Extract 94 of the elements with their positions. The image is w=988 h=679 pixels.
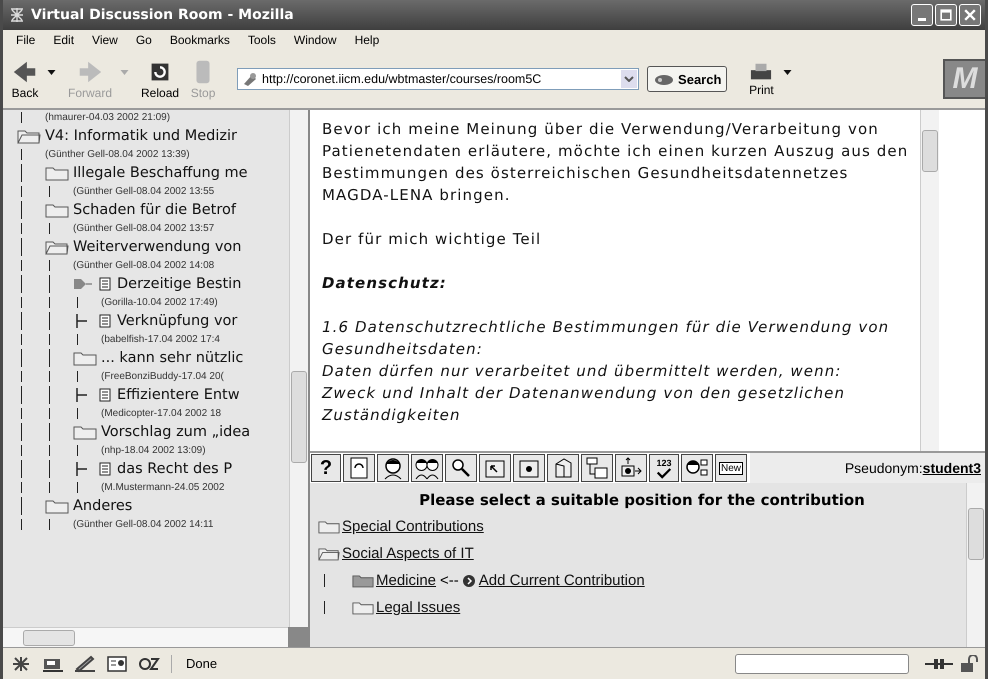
box-star-tool-button[interactable] <box>513 454 545 482</box>
window-title: Virtual Discussion Room - Mozilla <box>31 7 294 23</box>
minimize-button[interactable] <box>911 4 933 26</box>
close-button[interactable] <box>959 4 981 26</box>
quoted-text: Daten dürfen nur verarbeitet und übermittelt werden, wenn: <box>322 361 842 382</box>
dropdown-arrow-icon[interactable] <box>783 70 792 74</box>
thread-title[interactable]: Anderes <box>73 498 132 514</box>
post-author-date: (FreeBonziBuddy-17.04 20( <box>101 371 224 382</box>
diagram-icon <box>585 456 609 480</box>
box-arrow-tool-button[interactable] <box>479 454 511 482</box>
thread-title[interactable]: Illegale Beschaffung me <box>73 165 248 181</box>
person-list-tool-button[interactable] <box>681 454 713 482</box>
diagram-tool-button[interactable] <box>581 454 613 482</box>
dropdown-arrow-icon[interactable] <box>47 70 56 74</box>
document-icon <box>99 462 111 476</box>
vertical-scrollbar[interactable] <box>966 483 985 647</box>
quoted-text: Zweck und Inhalt der Datenanwendung von den gesetzlichen Zuständigkeiten <box>322 383 846 426</box>
vertical-scrollbar[interactable] <box>920 110 939 451</box>
persons-icon <box>415 456 439 480</box>
thread-title[interactable]: Weiterverwendung von <box>73 239 242 255</box>
checkmark-icon <box>655 468 673 478</box>
post-author-date: (nhp-18.04 2002 13:09) <box>101 445 206 456</box>
address-book-icon[interactable] <box>105 654 129 672</box>
menu-item[interactable]: Window <box>284 33 346 47</box>
thread-title[interactable]: das Recht des P <box>117 461 232 477</box>
persons-tool-button[interactable] <box>411 454 443 482</box>
quoted-text: 1.6 Datenschutzrechtliche Bestimmungen für die Verwendung von Gesundheitsdaten: <box>322 317 890 360</box>
minimize-icon <box>918 18 926 20</box>
thread-title[interactable]: Verknüpfung vor <box>117 313 238 329</box>
menu-item[interactable]: File <box>7 33 44 47</box>
menu-item[interactable]: Edit <box>44 33 84 47</box>
menu-item[interactable]: Help <box>346 33 388 47</box>
text-tool-button[interactable]: ? <box>311 454 341 482</box>
person-tool-button[interactable] <box>377 454 409 482</box>
post-author-date: (Günther Gell-08.04 2002 13:55 <box>73 186 214 197</box>
document-icon <box>99 388 111 402</box>
post-author-date: (babelfish-17.04 2002 17:4 <box>101 334 220 345</box>
category-link[interactable]: Medicine <box>376 572 436 589</box>
pointer-arrow-text: <-- <box>440 572 459 589</box>
post-author-date: (hmaurer-04.03 2002 21:09) <box>45 112 170 123</box>
connection-plug-icon[interactable] <box>925 656 953 670</box>
post-author-date: (Medicopter-17.04 2002 18 <box>101 408 222 419</box>
pseudonym-link[interactable]: student3 <box>922 460 981 476</box>
page-icon <box>242 71 258 87</box>
refresh-tool-button[interactable] <box>343 454 375 482</box>
post-heading: Datenschutz: <box>322 273 448 294</box>
maximize-button[interactable] <box>935 4 957 26</box>
category-link[interactable]: Special Contributions <box>342 518 484 535</box>
menu-item[interactable]: Tools <box>238 33 285 47</box>
close-icon <box>962 7 978 23</box>
post-author-date: (M.Mustermann-24.05 2002 <box>101 482 224 493</box>
post-author-date: (Gorilla-10.04 2002 17:49) <box>101 297 218 308</box>
post-paragraph: Der für mich wichtige Teil <box>322 229 542 250</box>
search-button[interactable]: Search <box>647 66 728 92</box>
thread-title[interactable]: ... kann sehr nützlic <box>101 350 244 366</box>
post-author-date: (Günther Gell-08.04 2002 14:11 <box>73 519 214 530</box>
vertical-scrollbar[interactable] <box>289 110 308 627</box>
post-author-date: (Günther Gell-08.04 2002 14:08 <box>73 260 214 271</box>
thread-title[interactable]: Effizientere Entw <box>117 387 240 403</box>
post-author-date: (Günther Gell-08.04 2002 13:39) <box>45 149 190 160</box>
magnifier-tool-button[interactable] <box>445 454 477 482</box>
arrow-bullet-icon <box>462 574 475 586</box>
category-link[interactable]: Social Aspects of IT <box>342 545 474 562</box>
cube-tool-button[interactable] <box>547 454 579 482</box>
status-text: Done <box>185 656 218 671</box>
menu-item[interactable]: Bookmarks <box>160 33 239 47</box>
app-icon <box>9 7 25 23</box>
maximize-icon <box>938 7 954 23</box>
address-field[interactable]: http://coronet.iicm.edu/wbtmaster/courses/room5C <box>237 68 640 90</box>
picker-heading: Please select a suitable position for the contribution <box>418 491 866 509</box>
thread-title[interactable]: Vorschlag zum „idea <box>101 424 250 440</box>
menu-item[interactable]: View <box>83 33 127 47</box>
add-contribution-link[interactable]: Add Current Contribution <box>478 572 645 589</box>
document-icon <box>99 277 111 291</box>
document-icon <box>99 314 111 328</box>
post-paragraph: Bevor ich meine Meinung über die Verwendung/Verarbeitung von Patienetendaten erläutere, möchte ich einen kurzen Auszug aus den Bestimmungen des österreichischen Gesundheitsdatennetzes MAGDA-LENA bringen. <box>322 119 910 206</box>
thread-title[interactable]: Derzeitige Bestin <box>117 276 242 292</box>
thread-title[interactable]: V4: Informatik und Medizir <box>45 128 237 144</box>
padlock-icon <box>959 654 979 672</box>
back-button[interactable]: Back <box>7 58 43 100</box>
print-button[interactable]: Print <box>743 61 780 97</box>
pen-icon[interactable] <box>73 654 97 672</box>
menu-item[interactable]: Go <box>126 33 161 47</box>
camera-tool-button[interactable] <box>615 454 647 482</box>
horizontal-scrollbar[interactable] <box>3 627 288 647</box>
thread-title[interactable]: Schaden für die Betrof <box>73 202 236 218</box>
form-tool-button[interactable]: New <box>715 454 748 482</box>
post-author-date: (Günther Gell-08.04 2002 13:57 <box>73 223 214 234</box>
check-tool-button[interactable]: 123 <box>649 454 679 482</box>
category-link[interactable]: Legal Issues <box>376 599 460 616</box>
reload-button[interactable]: Reload <box>137 58 184 100</box>
search-icon <box>653 72 676 86</box>
throbber-logo: M <box>943 59 985 99</box>
pseudonym-label: Pseudonym: <box>844 460 923 476</box>
